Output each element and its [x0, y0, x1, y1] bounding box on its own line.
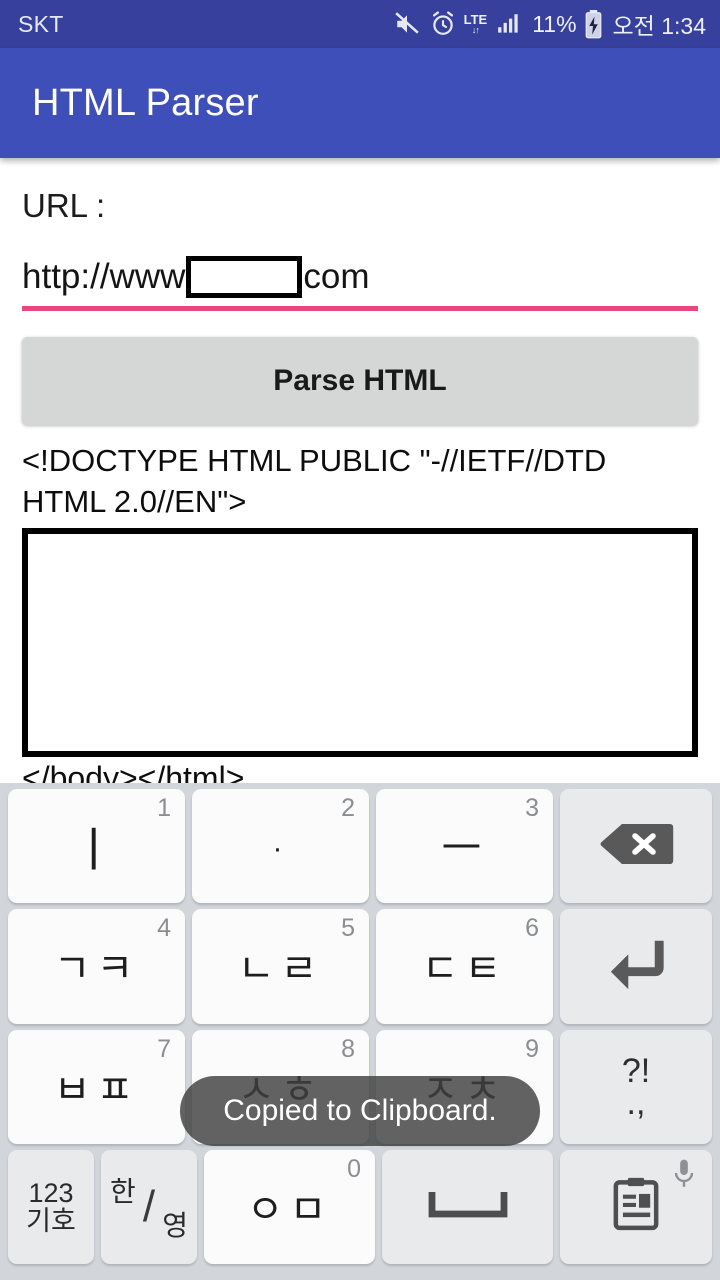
- url-input-wrapper[interactable]: http://www com: [22, 252, 698, 319]
- key-number-label: 4: [157, 914, 171, 943]
- url-value-suffix: com: [303, 256, 370, 296]
- keyboard-row-1: 1 ㅣ 2 · 3 ㅡ: [8, 789, 712, 904]
- punct-line-2: .,: [626, 1083, 646, 1122]
- korean-label: 한: [110, 1175, 136, 1207]
- punct-line-1: ?!: [621, 1052, 651, 1091]
- url-label: URL :: [22, 187, 106, 224]
- key-ieung-mieum[interactable]: 0 ㅇㅁ: [204, 1149, 375, 1264]
- key-digeut-tieut[interactable]: 6 ㄷㅌ: [376, 909, 553, 1024]
- url-input[interactable]: http://www com: [22, 252, 698, 302]
- lte-icon: LTE ↓↑: [464, 13, 488, 35]
- key-glyph: ㅣ: [71, 822, 122, 876]
- key-glyph: ·: [272, 832, 289, 866]
- clipboard-icon: [611, 1176, 661, 1237]
- keyboard-row-2: 4 ㄱㅋ 5 ㄴㄹ 6 ㄷㅌ: [8, 909, 712, 1024]
- battery-charging-icon: [584, 9, 603, 39]
- key-i[interactable]: 1 ㅣ: [8, 789, 185, 904]
- space-icon: [428, 1188, 508, 1225]
- status-bar: SKT LTE ↓↑ 11% 오전 1:34: [0, 0, 720, 48]
- main-content: URL : http://www com Parse HTML <!DOCTYP…: [0, 158, 720, 796]
- lte-arrows-icon: ↓↑: [471, 25, 480, 35]
- key-glyph: ㅂㅍ: [53, 1067, 140, 1112]
- key-number-label: 2: [341, 794, 355, 822]
- english-label: 영: [162, 1209, 188, 1241]
- status-icons-group: LTE ↓↑ 11% 오전 1:34: [392, 7, 706, 41]
- toast-message: Copied to Clipboard.: [180, 1076, 540, 1146]
- korean-english-label: 한 / 영: [110, 1170, 188, 1244]
- battery-percent-label: 11%: [532, 10, 577, 37]
- signal-icon: [494, 11, 524, 37]
- key-glyph: ㅇㅁ: [246, 1187, 333, 1232]
- key-clipboard[interactable]: [560, 1149, 712, 1264]
- key-enter[interactable]: [560, 909, 712, 1024]
- key-punctuation[interactable]: ?! .,: [560, 1029, 712, 1144]
- symbols-label: 기호: [26, 1205, 76, 1236]
- key-number-label: 9: [525, 1034, 539, 1063]
- key-number-label: 0: [347, 1154, 361, 1183]
- key-glyph: ㅡ: [441, 824, 488, 874]
- key-nieun-rieul[interactable]: 5 ㄴㄹ: [192, 909, 369, 1024]
- key-space[interactable]: [382, 1149, 553, 1264]
- key-number-label: 5: [341, 914, 355, 943]
- key-numbers-symbols[interactable]: 123 기호: [8, 1149, 94, 1264]
- clock-label: 오전 1:34: [612, 13, 706, 39]
- key-glyph: ㄴㄹ: [237, 947, 324, 992]
- carrier-label: SKT: [18, 10, 64, 37]
- korean-keyboard: 1 ㅣ 2 · 3 ㅡ 4 ㄱㅋ 5 ㄴㄹ 6 ㄷㅌ 7 ㅂㅍ 8 9 ?! .…: [0, 783, 720, 1280]
- slash-glyph: /: [142, 1181, 156, 1231]
- app-bar: HTML Parser: [0, 48, 720, 158]
- key-backspace[interactable]: [560, 789, 712, 904]
- page-title: HTML Parser: [32, 81, 259, 124]
- doctype-output-text: <!DOCTYPE HTML PUBLIC "-//IETF//DTD HTML…: [22, 442, 607, 519]
- key-bieup-pieup[interactable]: 7 ㅂㅍ: [8, 1029, 185, 1144]
- parse-html-button[interactable]: Parse HTML: [22, 336, 698, 425]
- alarm-icon: [429, 10, 457, 38]
- numbers-symbols-label: 123 기호: [26, 1177, 76, 1236]
- key-giyeok-kieuk[interactable]: 4 ㄱㅋ: [8, 909, 185, 1024]
- key-number-label: 8: [341, 1034, 355, 1063]
- url-value-prefix: http://www: [22, 256, 186, 296]
- punctuation-glyphs: ?! .,: [621, 1052, 651, 1122]
- key-number-label: 6: [525, 914, 539, 943]
- backspace-icon: [598, 820, 674, 873]
- body-redaction-box: [22, 528, 698, 758]
- url-redaction-box: [186, 255, 303, 298]
- mic-icon: [672, 1158, 696, 1195]
- key-number-label: 7: [157, 1034, 171, 1063]
- enter-icon: [605, 935, 667, 998]
- key-dot[interactable]: 2 ·: [192, 789, 369, 904]
- key-number-label: 3: [525, 794, 539, 822]
- keyboard-row-4: 123 기호 한 / 영 0 ㅇㅁ: [8, 1149, 712, 1264]
- key-korean-english[interactable]: 한 / 영: [101, 1149, 197, 1264]
- key-eu[interactable]: 3 ㅡ: [376, 789, 553, 904]
- key-glyph: ㄷㅌ: [421, 947, 508, 992]
- numbers-label: 123: [28, 1177, 74, 1208]
- key-number-label: 1: [157, 794, 171, 822]
- mute-icon: [392, 11, 422, 37]
- url-input-underline: [22, 305, 698, 311]
- key-glyph: ㄱㅋ: [53, 947, 140, 992]
